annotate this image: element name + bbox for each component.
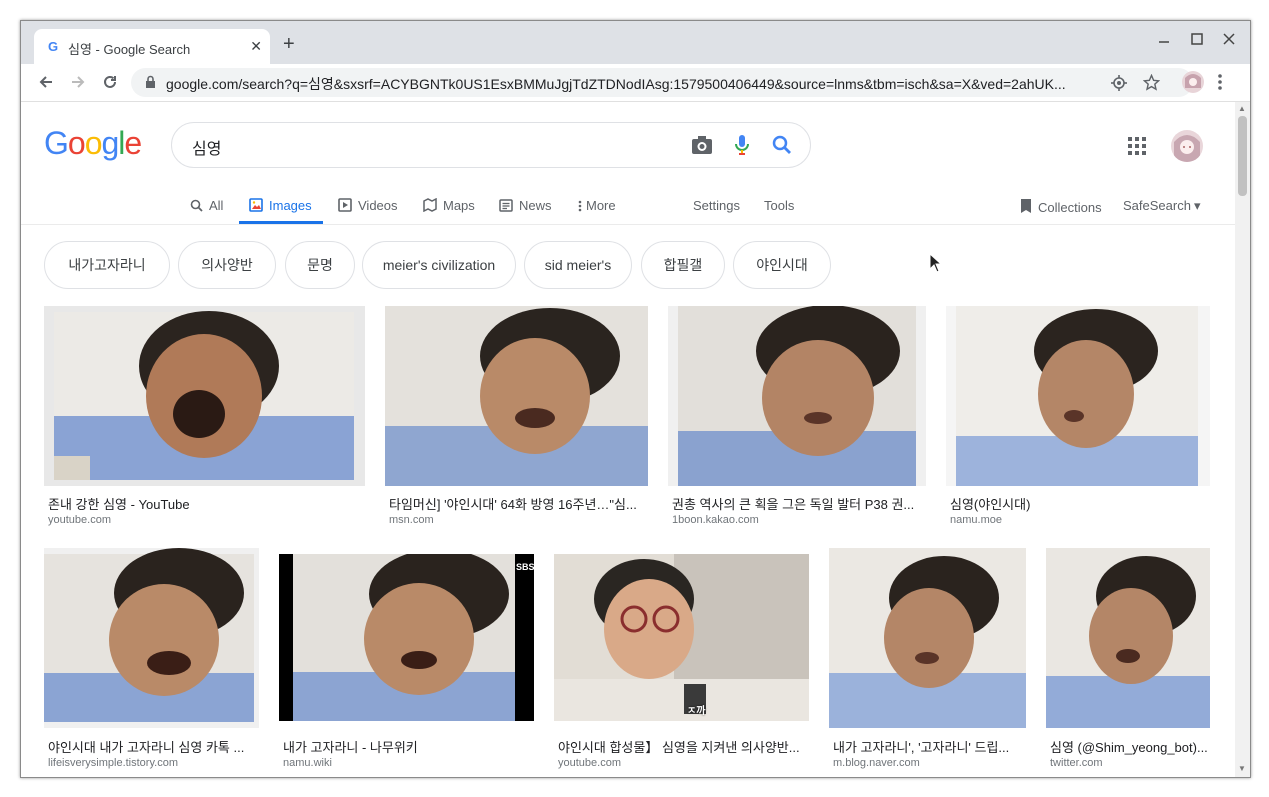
- collections-link[interactable]: Collections: [1018, 198, 1102, 217]
- page-viewport: Google 심영 All Images Videos Maps News Mo…: [21, 102, 1235, 777]
- result-caption[interactable]: 내가 고자라니', '고자라니' 드립...: [833, 737, 1022, 756]
- news-icon: [499, 199, 513, 215]
- dropdown-arrow-icon: ▾: [1193, 198, 1201, 213]
- settings-link[interactable]: Settings: [693, 198, 740, 213]
- tab-more-label: More: [586, 198, 616, 213]
- tab-all-label: All: [209, 198, 224, 213]
- result-source[interactable]: twitter.com: [1050, 757, 1103, 769]
- location-target-icon[interactable]: [1111, 75, 1127, 96]
- google-favicon-icon: G: [47, 39, 59, 54]
- result-caption[interactable]: 타임머신] '야인시대' 64화 방영 16주년…"심...: [389, 494, 643, 513]
- tools-link[interactable]: Tools: [764, 198, 794, 213]
- tab-images-label: Images: [269, 198, 312, 213]
- back-arrow-icon[interactable]: [34, 70, 58, 94]
- result-thumbnail[interactable]: [668, 306, 926, 486]
- mouse-cursor-icon: [929, 252, 943, 278]
- result-thumbnail[interactable]: ㅈ까: [554, 554, 809, 721]
- result-source[interactable]: youtube.com: [558, 757, 621, 769]
- result-caption[interactable]: 내가 고자라니 - 나무위키: [283, 737, 530, 756]
- title-bar: G 심영 - Google Search ✕ +: [21, 21, 1250, 64]
- chip[interactable]: sid meier's: [524, 241, 632, 289]
- result-caption[interactable]: 심영(야인시대): [950, 494, 1206, 513]
- more-vert-icon: [578, 200, 582, 215]
- apps-grid-icon[interactable]: [1128, 137, 1146, 160]
- tab-title: 심영 - Google Search: [68, 42, 191, 57]
- result-thumbnail[interactable]: [1046, 548, 1210, 728]
- search-icon[interactable]: [772, 135, 792, 160]
- tab-videos-label: Videos: [358, 198, 398, 213]
- lock-icon: [145, 75, 156, 94]
- play-icon: [338, 198, 352, 215]
- search-icon: [190, 199, 203, 215]
- collections-label: Collections: [1038, 200, 1102, 215]
- url-text[interactable]: google.com/search?q=심영&sxsrf=ACYBGNTk0US…: [166, 74, 1106, 94]
- close-window-icon[interactable]: [1223, 32, 1235, 49]
- result-caption[interactable]: 권총 역사의 큰 획을 그은 독일 발터 P38 권...: [672, 494, 922, 513]
- active-tab-indicator: [239, 221, 323, 224]
- result-source[interactable]: m.blog.naver.com: [833, 757, 920, 769]
- tab-all[interactable]: All: [190, 198, 223, 215]
- search-input[interactable]: 심영: [192, 135, 221, 159]
- search-tabs: All Images Videos Maps News More Setting…: [21, 188, 1235, 225]
- browser-tab[interactable]: G 심영 - Google Search ✕: [34, 29, 270, 64]
- profile-avatar[interactable]: [1182, 71, 1204, 93]
- result-thumbnail[interactable]: [44, 548, 259, 728]
- result-source[interactable]: namu.moe: [950, 514, 1002, 526]
- result-thumbnail[interactable]: [829, 548, 1026, 728]
- subtitle-overlay: ㅈ까: [687, 706, 706, 717]
- chip[interactable]: 합필갤: [641, 241, 725, 289]
- safesearch-dropdown[interactable]: SafeSearch ▾: [1123, 198, 1200, 214]
- scroll-up-arrow-icon[interactable]: ▲: [1238, 104, 1246, 113]
- search-box[interactable]: 심영: [171, 122, 811, 168]
- result-caption[interactable]: 야인시대 내가 고자라니 심영 카톡 ...: [48, 737, 253, 756]
- minimize-icon[interactable]: [1158, 32, 1170, 49]
- map-icon: [423, 197, 437, 215]
- image-icon: [249, 198, 263, 215]
- address-bar[interactable]: google.com/search?q=심영&sxsrf=ACYBGNTk0US…: [131, 68, 1193, 97]
- result-source[interactable]: msn.com: [389, 514, 434, 526]
- result-source[interactable]: youtube.com: [48, 514, 111, 526]
- tab-news-label: News: [519, 198, 552, 213]
- chip[interactable]: 내가고자라니: [44, 241, 170, 289]
- result-source[interactable]: lifeisverysimple.tistory.com: [48, 757, 178, 769]
- chip[interactable]: 의사양반: [178, 241, 276, 289]
- browser-toolbar: google.com/search?q=심영&sxsrf=ACYBGNTk0US…: [21, 64, 1250, 102]
- bookmark-icon: [1018, 198, 1032, 217]
- safesearch-label: SafeSearch: [1123, 198, 1191, 213]
- tab-more[interactable]: More: [578, 198, 616, 215]
- tab-images[interactable]: Images: [249, 198, 312, 215]
- tab-videos[interactable]: Videos: [338, 198, 398, 215]
- result-thumbnail[interactable]: [385, 306, 648, 486]
- browser-window: G 심영 - Google Search ✕ + google.com/sear…: [20, 20, 1251, 778]
- result-source[interactable]: 1boon.kakao.com: [672, 514, 759, 526]
- new-tab-button[interactable]: +: [283, 33, 295, 56]
- result-thumbnail[interactable]: [44, 306, 365, 486]
- result-source[interactable]: namu.wiki: [283, 757, 332, 769]
- tab-news[interactable]: News: [499, 198, 552, 215]
- tab-maps[interactable]: Maps: [423, 197, 475, 215]
- result-caption[interactable]: 야인시대 합성물】 심영을 지켜낸 의사양반...: [558, 737, 805, 756]
- microphone-icon[interactable]: [734, 134, 750, 161]
- chip[interactable]: meier's civilization: [362, 241, 516, 289]
- chip[interactable]: 야인시대: [733, 241, 831, 289]
- result-caption[interactable]: 심영 (@Shim_yeong_bot)...: [1050, 737, 1208, 756]
- account-avatar[interactable]: [1171, 130, 1203, 162]
- tab-maps-label: Maps: [443, 198, 475, 213]
- browser-menu-icon[interactable]: [1218, 73, 1222, 96]
- maximize-icon[interactable]: [1191, 32, 1203, 49]
- result-thumbnail[interactable]: SBS: [279, 554, 534, 721]
- result-thumbnail[interactable]: [946, 306, 1210, 486]
- vertical-scrollbar[interactable]: ▲ ▼: [1235, 102, 1250, 777]
- chip[interactable]: 문명: [285, 241, 355, 289]
- reload-icon[interactable]: [98, 70, 122, 94]
- bookmark-star-icon[interactable]: [1142, 73, 1161, 96]
- scroll-down-arrow-icon[interactable]: ▼: [1238, 764, 1246, 773]
- google-logo[interactable]: Google: [44, 125, 142, 162]
- camera-icon[interactable]: [691, 135, 713, 160]
- forward-arrow-icon[interactable]: [66, 70, 90, 94]
- result-caption[interactable]: 존내 강한 심영 - YouTube: [48, 494, 360, 513]
- scrollbar-thumb[interactable]: [1238, 116, 1247, 196]
- close-tab-icon[interactable]: ✕: [250, 38, 262, 55]
- sbs-watermark: SBS: [516, 562, 534, 572]
